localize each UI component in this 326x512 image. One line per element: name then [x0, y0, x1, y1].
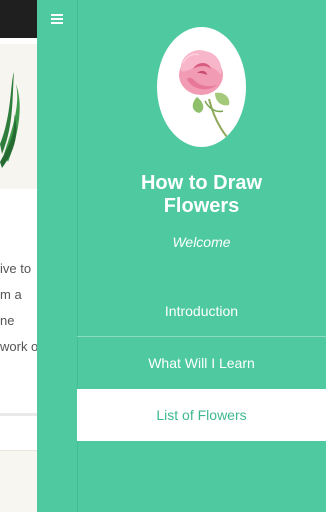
- hamburger-menu-icon: [51, 14, 63, 24]
- background-toolbar: [0, 0, 37, 38]
- app-title-line: Flowers: [163, 195, 240, 217]
- menu-item-label: List of Flowers: [156, 406, 247, 423]
- menu-item-label: What Will I Learn: [148, 355, 255, 371]
- welcome-text: Welcome: [172, 234, 231, 250]
- menu-item-what-will-i-learn[interactable]: What Will I Learn: [77, 337, 326, 389]
- app-title: How to Draw Flowers: [77, 172, 326, 218]
- drawer-content: How to Draw Flowers Welcome Introduction…: [77, 0, 326, 512]
- navigation-drawer: How to Draw Flowers Welcome Introduction…: [37, 0, 326, 512]
- app-title-line: How to Draw: [140, 172, 263, 194]
- menu-item-introduction[interactable]: Introduction: [77, 285, 326, 337]
- rose-icon: [179, 50, 230, 138]
- app-logo: [157, 27, 246, 147]
- menu-item-list-of-flowers[interactable]: List of Flowers: [77, 389, 326, 441]
- drawer-menu: Introduction What Will I Learn List of F…: [77, 285, 326, 441]
- menu-button[interactable]: [37, 0, 77, 38]
- menu-item-label: Introduction: [164, 302, 239, 319]
